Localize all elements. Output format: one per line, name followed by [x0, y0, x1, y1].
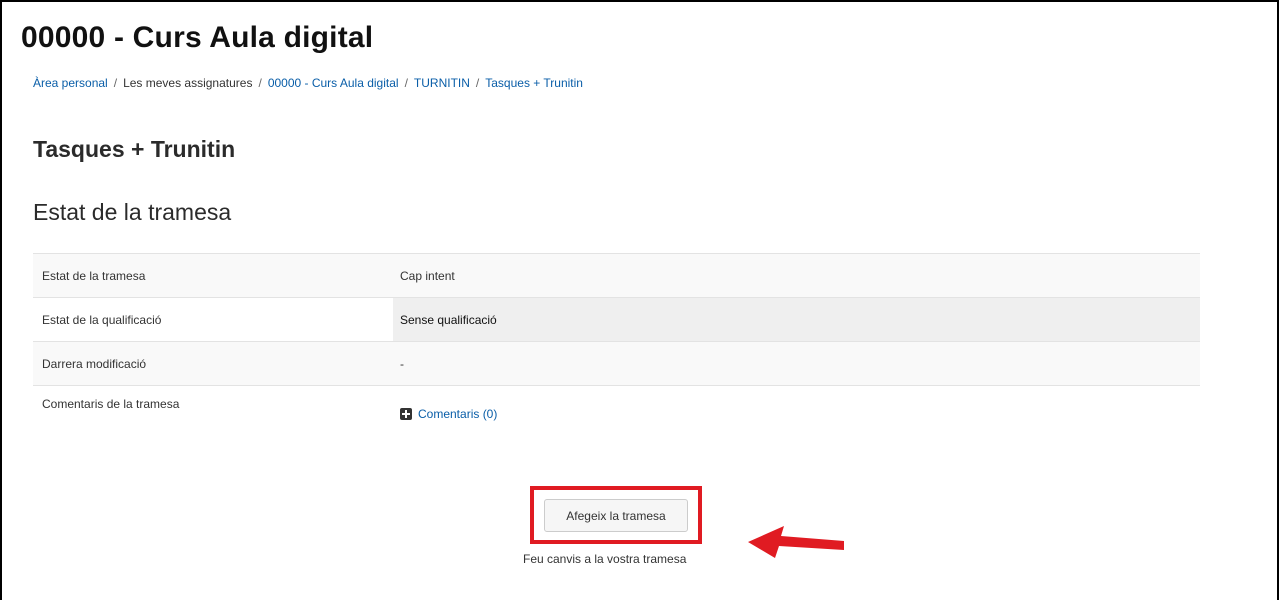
breadcrumb-separator: / [258, 76, 262, 90]
activity-title: Tasques + Trunitin [33, 136, 236, 162]
row-value-comments: Comentaris (0) [393, 385, 1200, 459]
help-text: Feu canvis a la vostra tramesa [523, 552, 687, 566]
breadcrumb-separator: / [475, 76, 480, 90]
plus-icon [400, 408, 412, 420]
table-row: Estat de la tramesa Cap intent [33, 253, 1200, 298]
table-row: Estat de la qualificació Sense qualifica… [33, 297, 1200, 342]
row-label: Comentaris de la tramesa [33, 385, 393, 459]
comments-toggle[interactable]: Comentaris (0) [400, 407, 497, 421]
breadcrumb-separator: / [404, 76, 408, 90]
add-submission-button[interactable]: Afegeix la tramesa [544, 499, 688, 532]
row-label: Estat de la tramesa [33, 253, 393, 298]
table-row: Darrera modificació - [33, 341, 1200, 386]
submission-status-table: Estat de la tramesa Cap intent Estat de … [33, 253, 1200, 459]
breadcrumb-item-turnitin[interactable]: TURNITIN [414, 76, 470, 90]
row-value: - [393, 341, 1200, 386]
breadcrumb-item-activity[interactable]: Tasques + Trunitin [485, 76, 583, 90]
row-label: Darrera modificació [33, 341, 393, 386]
breadcrumb-separator: / [113, 76, 118, 90]
row-value: Sense qualificació [393, 297, 1200, 342]
breadcrumb-item-my-courses: Les meves assignatures [123, 76, 253, 90]
arrow-left-icon [748, 526, 844, 558]
breadcrumb-item-area-personal[interactable]: Àrea personal [33, 76, 108, 90]
table-row: Comentaris de la tramesa Comentaris (0) [33, 385, 1200, 459]
row-value: Cap intent [393, 253, 1200, 298]
submission-status-heading: Estat de la tramesa [33, 199, 232, 225]
breadcrumb: Àrea personal / Les meves assignatures / 000… [33, 75, 583, 91]
row-label: Estat de la qualificació [33, 297, 393, 342]
breadcrumb-item-course[interactable]: 00000 - Curs Aula digital [268, 76, 399, 90]
comments-link[interactable]: Comentaris (0) [418, 407, 497, 421]
course-title: 00000 - Curs Aula digital [21, 21, 374, 54]
